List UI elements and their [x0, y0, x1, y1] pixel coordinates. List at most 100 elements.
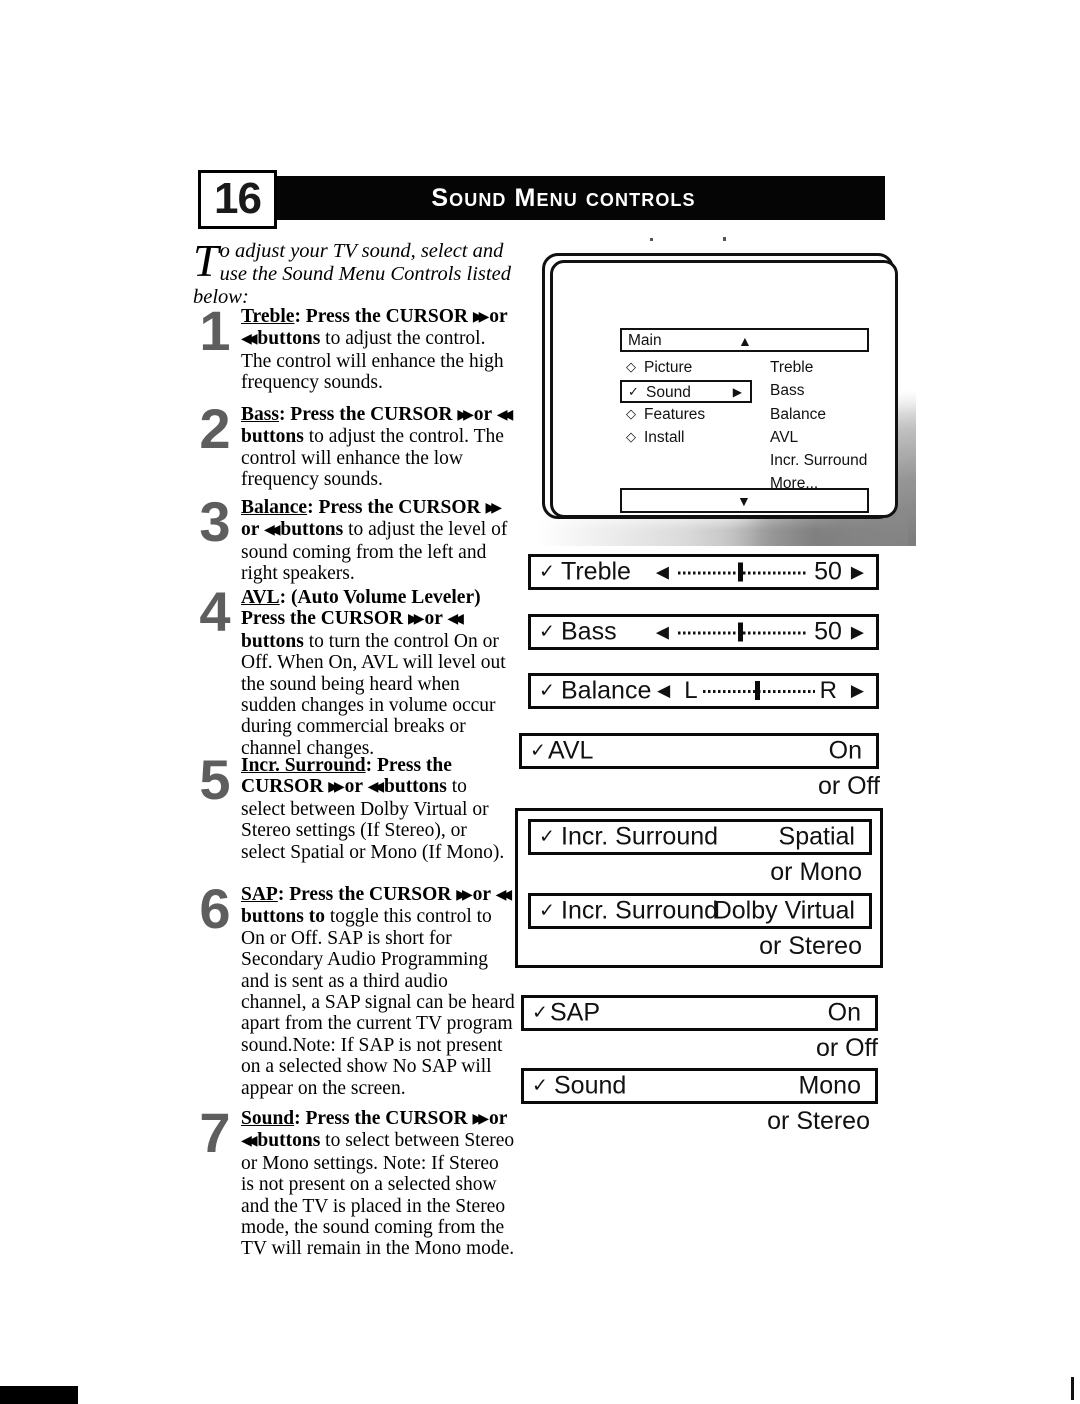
- cursor-forward-icon: [473, 306, 485, 327]
- bass-slider[interactable]: ◀ 50 ▶: [656, 618, 864, 647]
- osd-bar-balance[interactable]: ✓ Balance ◀ L R ▶: [528, 673, 879, 709]
- osd-bar-value: Spatial: [778, 822, 855, 851]
- cursor-forward-icon: [408, 608, 420, 629]
- intro-text: o adjust your TV sound, select and use t…: [193, 240, 511, 308]
- scroll-up-icon[interactable]: ▲: [738, 333, 752, 349]
- chevron-right-icon: ▶: [732, 385, 742, 399]
- cursor-backward-icon: [368, 776, 380, 797]
- cursor-backward-icon: [497, 404, 509, 425]
- osd-sub-surround[interactable]: Incr. Surround: [770, 452, 867, 475]
- triangle-left-icon[interactable]: ◀: [656, 562, 669, 582]
- osd-bar-value: 50: [814, 617, 842, 646]
- osd-item-label: Sound: [646, 384, 691, 401]
- step-bold-c: buttons: [275, 519, 349, 541]
- osd-item-label: Install: [644, 429, 685, 446]
- tv-illustration: Main ▲ ◇ Picture ✓ Sound ▶ ◇ Features ◇ …: [516, 236, 916, 546]
- slider-knob[interactable]: [737, 622, 743, 641]
- check-icon: ✓: [539, 900, 555, 922]
- slider-track[interactable]: [677, 622, 806, 641]
- step-bold-a: : Press the CURSOR: [307, 497, 486, 518]
- page-number: 16: [201, 173, 274, 226]
- slider-track[interactable]: [702, 681, 815, 700]
- osd-bar-surround-spatial[interactable]: ✓ Incr. Surround Spatial: [528, 819, 872, 855]
- step-bold-b: or: [467, 884, 496, 905]
- triangle-right-icon[interactable]: ▶: [851, 681, 864, 701]
- step-bold-b: or: [484, 1108, 508, 1129]
- balance-right-label: R: [819, 677, 837, 704]
- sound-alt-value: or Stereo: [767, 1107, 870, 1135]
- osd-bar-sap[interactable]: ✓ SAP On: [521, 995, 878, 1031]
- step-body: Treble: Press the CURSOR or buttons to a…: [241, 306, 515, 394]
- osd-menu-footer: ▼: [620, 488, 869, 513]
- scroll-down-icon[interactable]: ▼: [737, 493, 751, 509]
- step-body: SAP: Press the CURSOR or buttons to togg…: [241, 884, 515, 1099]
- balance-left-label: L: [684, 677, 698, 704]
- step-bold-b: or: [339, 776, 368, 798]
- triangle-right-icon[interactable]: ▶: [851, 562, 864, 582]
- step-term: Bass: [241, 404, 279, 425]
- osd-bar-label: AVL: [548, 736, 594, 765]
- slider-knob[interactable]: [754, 681, 760, 700]
- cursor-forward-icon: [328, 776, 340, 797]
- diamond-icon: ◇: [626, 429, 636, 444]
- triangle-right-icon[interactable]: ▶: [851, 622, 864, 642]
- step-number: 4: [193, 584, 237, 640]
- step-7: 7 Sound: Press the CURSOR or buttons to …: [193, 1105, 515, 1260]
- osd-sub-balance[interactable]: Balance: [770, 406, 826, 429]
- osd-item-features[interactable]: ◇ Features: [620, 404, 752, 427]
- step-bold-a: : Press the CURSOR: [277, 884, 457, 905]
- intro-dropcap: T: [193, 235, 219, 286]
- osd-item-install[interactable]: ◇ Install: [620, 427, 752, 450]
- osd-bar-value: Mono: [798, 1071, 861, 1100]
- slider-knob[interactable]: [737, 562, 743, 581]
- treble-slider[interactable]: ◀ 50 ▶: [656, 558, 864, 587]
- osd-bar-surround-dolby[interactable]: ✓ Incr. Surround Dolby Virtual: [528, 893, 872, 929]
- step-term: AVL: [241, 587, 280, 608]
- triangle-left-icon[interactable]: ◀: [656, 622, 669, 642]
- osd-bar-avl[interactable]: ✓ AVL On: [519, 733, 879, 769]
- triangle-left-icon[interactable]: ◀: [657, 681, 670, 701]
- osd-bar-treble[interactable]: ✓ Treble ◀ 50 ▶: [528, 554, 879, 590]
- tv-osd-menu: Main ▲ ◇ Picture ✓ Sound ▶ ◇ Features ◇ …: [620, 328, 870, 513]
- step-number: 7: [193, 1105, 237, 1161]
- check-icon: ✓: [539, 680, 555, 702]
- slider-track[interactable]: [677, 562, 806, 581]
- cursor-forward-icon: [457, 404, 469, 425]
- osd-bar-value: Dolby Virtual: [713, 896, 855, 925]
- diamond-icon: ◇: [626, 406, 636, 421]
- step-number: 2: [193, 401, 237, 457]
- osd-bar-label: Treble: [561, 557, 631, 586]
- osd-sub-treble[interactable]: Treble: [770, 359, 813, 382]
- osd-bar-label: Incr. Surround: [561, 896, 719, 925]
- step-bold-c: buttons: [252, 328, 326, 350]
- step-bold-c: buttons: [252, 1130, 326, 1152]
- check-icon: ✓: [628, 384, 639, 399]
- cursor-forward-icon: [456, 884, 468, 905]
- osd-bar-label: Bass: [561, 617, 617, 646]
- osd-bar-value: On: [828, 736, 862, 765]
- scan-artifact-tick: [1071, 1377, 1074, 1400]
- check-icon: ✓: [539, 621, 555, 643]
- step-body: Sound: Press the CURSOR or buttons to se…: [241, 1108, 515, 1260]
- osd-bar-value: On: [827, 998, 861, 1027]
- check-icon: ✓: [539, 826, 555, 848]
- step-term: Incr. Surround: [241, 755, 366, 776]
- osd-bar-bass[interactable]: ✓ Bass ◀ 50 ▶: [528, 614, 879, 650]
- intro-paragraph: To adjust your TV sound, select and use …: [193, 235, 511, 309]
- step-term: Treble: [241, 306, 295, 327]
- cursor-backward-icon: [241, 328, 253, 349]
- osd-item-picture[interactable]: ◇ Picture: [620, 357, 752, 380]
- step-3: 3 Balance: Press the CURSOR or buttons t…: [193, 494, 515, 585]
- step-6: 6 SAP: Press the CURSOR or buttons to to…: [193, 881, 515, 1099]
- osd-bar-sound[interactable]: ✓ Sound Mono: [521, 1068, 878, 1104]
- step-2: 2 Bass: Press the CURSOR or buttons to a…: [193, 401, 515, 491]
- diamond-icon: ◇: [626, 359, 636, 374]
- scan-artifact-bar: [0, 1386, 78, 1404]
- balance-slider[interactable]: ◀ L R ▶: [657, 677, 864, 705]
- step-bold-a: : Press the CURSOR: [294, 1108, 473, 1129]
- osd-item-sound[interactable]: ✓ Sound ▶: [620, 380, 752, 403]
- cursor-forward-icon: [485, 497, 497, 518]
- osd-sub-avl[interactable]: AVL: [770, 429, 798, 452]
- osd-sub-bass[interactable]: Bass: [770, 382, 804, 405]
- osd-bar-label: Incr. Surround: [561, 822, 719, 851]
